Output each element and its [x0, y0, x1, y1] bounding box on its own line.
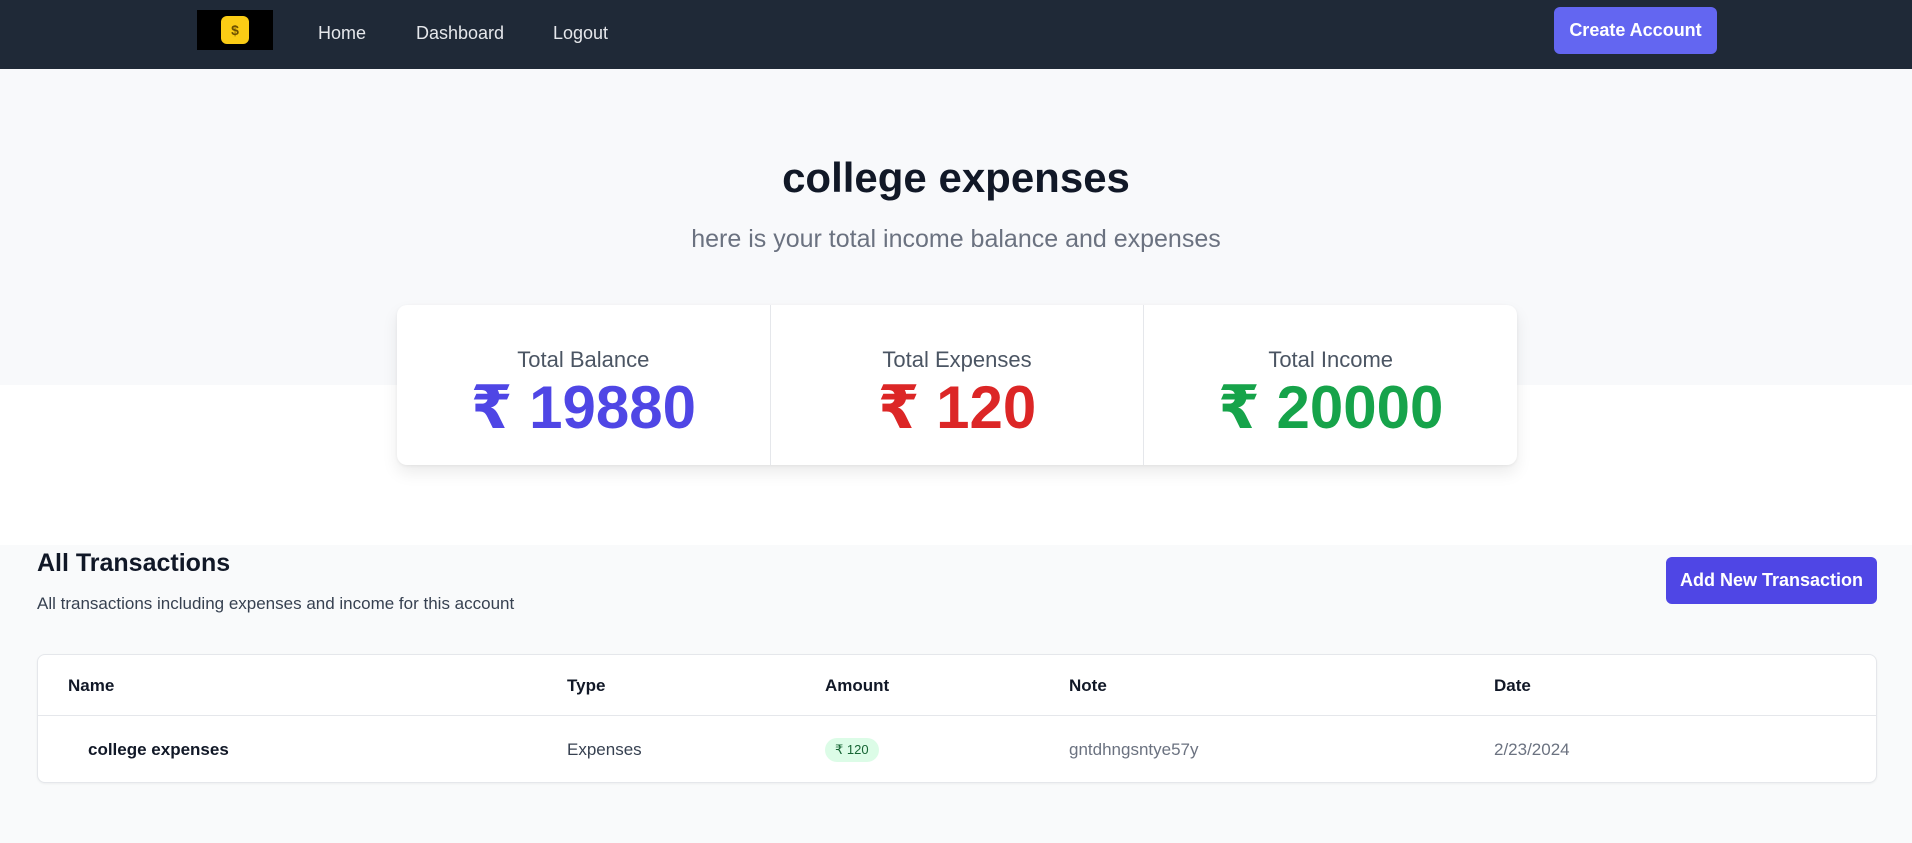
stat-label: Total Income	[1268, 347, 1394, 372]
nav-dashboard[interactable]: Dashboard	[416, 22, 504, 44]
create-account-button[interactable]: Create Account	[1554, 7, 1717, 54]
navbar: $ Home Dashboard Logout Create Account	[0, 0, 1912, 69]
cell-date: 2/23/2024	[1494, 740, 1570, 759]
column-header-note: Note	[1069, 676, 1107, 695]
transactions-table: Name Type Amount Note Date college expen…	[37, 654, 1877, 783]
column-header-type: Type	[567, 676, 606, 695]
page-subtitle: here is your total income balance and ex…	[691, 225, 1221, 253]
cell-type: Expenses	[567, 740, 642, 759]
add-transaction-button[interactable]: Add New Transaction	[1666, 557, 1877, 604]
nav-logout[interactable]: Logout	[553, 22, 608, 44]
amount-badge: ₹ 120	[825, 738, 879, 762]
table-header: Name Type Amount Note Date	[38, 655, 1876, 716]
cell-name: college expenses	[88, 740, 229, 759]
stat-label: Total Expenses	[882, 347, 1032, 372]
logo[interactable]: $	[197, 10, 273, 50]
column-header-amount: Amount	[825, 676, 890, 695]
stat-value: ₹ 20000	[1218, 374, 1444, 441]
cell-note: gntdhngsntye57y	[1069, 740, 1199, 759]
stat-total-expenses: Total Expenses ₹ 120	[771, 305, 1145, 465]
stat-total-balance: Total Balance ₹ 19880	[397, 305, 771, 465]
stat-total-income: Total Income ₹ 20000	[1144, 305, 1517, 465]
stat-label: Total Balance	[517, 347, 650, 372]
nav-home[interactable]: Home	[318, 22, 366, 44]
column-header-date: Date	[1494, 676, 1531, 695]
stats-card: Total Balance ₹ 19880 Total Expenses ₹ 1…	[397, 305, 1517, 465]
transactions-subtitle: All transactions including expenses and …	[37, 594, 515, 613]
money-bag-icon: $	[221, 16, 249, 44]
stat-value: ₹ 19880	[470, 374, 696, 441]
page-title: college expenses	[782, 154, 1130, 201]
transactions-title: All Transactions	[37, 549, 231, 577]
stat-value: ₹ 120	[877, 374, 1037, 441]
column-header-name: Name	[68, 676, 115, 695]
